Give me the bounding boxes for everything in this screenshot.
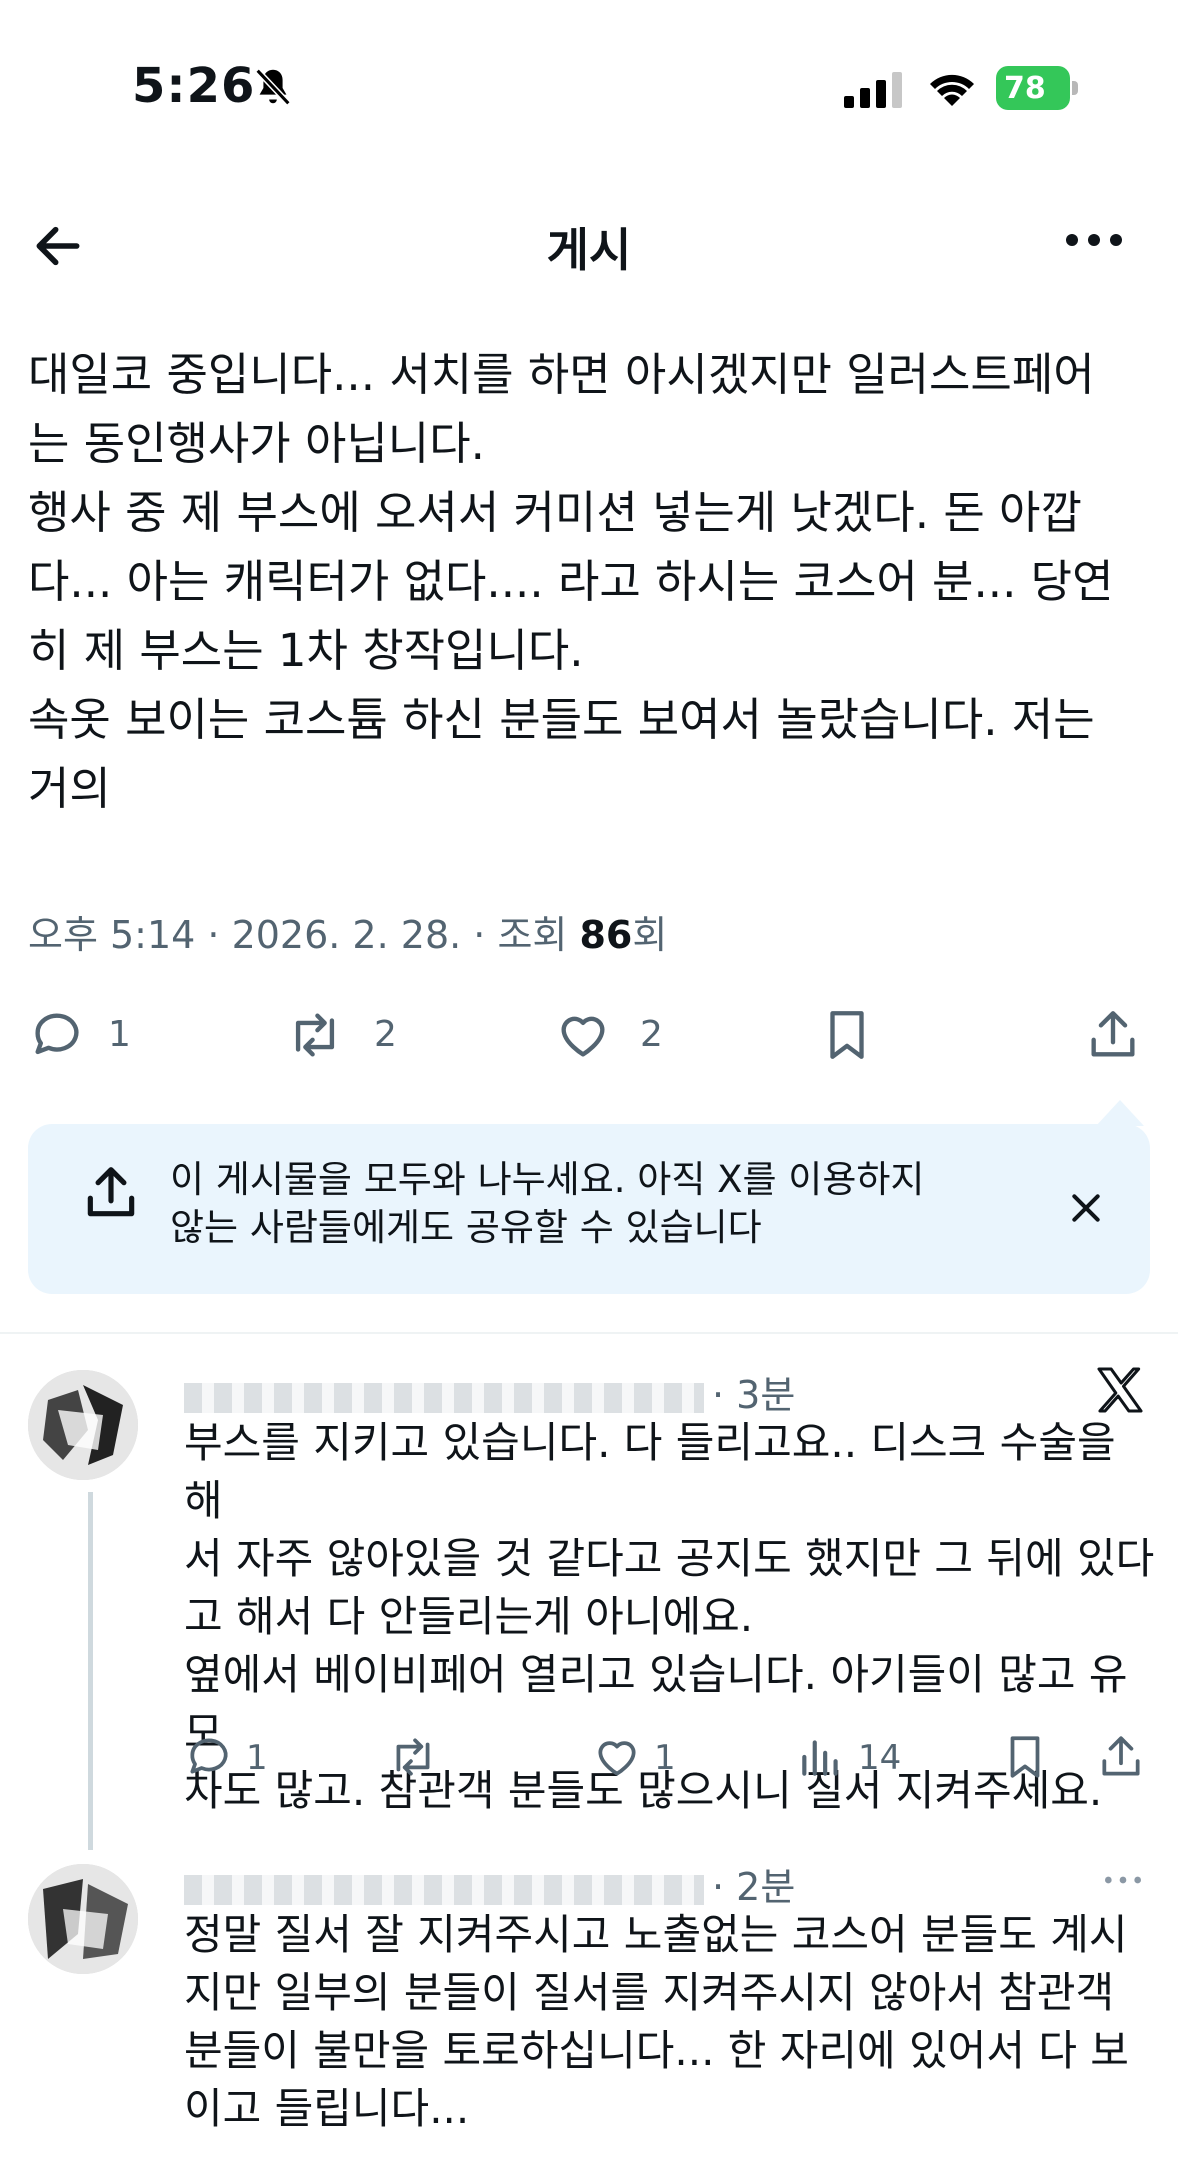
reply-count: 1	[108, 1014, 131, 1055]
views-icon[interactable]	[796, 1732, 846, 1782]
battery-level: 78	[1004, 71, 1046, 106]
reply-time: · 2분	[712, 1865, 796, 1909]
reply-icon[interactable]	[184, 1732, 234, 1782]
share-icon[interactable]	[1084, 1006, 1142, 1064]
x-logo-icon	[1097, 1367, 1143, 1413]
banner-pointer	[1096, 1100, 1144, 1126]
status-time: 5:26	[132, 58, 256, 114]
reply-header: · 3분	[184, 1364, 795, 1419]
reply-header: · 2분	[184, 1856, 795, 1911]
bookmark-icon[interactable]	[1000, 1732, 1050, 1782]
view-count: 86	[579, 913, 633, 957]
signal-icon	[844, 72, 902, 108]
bell-slash-icon	[255, 68, 291, 106]
page-title: 게시	[546, 223, 632, 277]
repost-count: 2	[374, 1014, 397, 1055]
thread-line	[88, 1492, 93, 1850]
like-icon[interactable]	[592, 1732, 642, 1782]
repost-icon[interactable]	[388, 1732, 438, 1782]
like-icon[interactable]	[554, 1006, 612, 1064]
post-timestamp: 오후 5:14 · 2026. 2. 28. · 조회	[28, 913, 580, 957]
wifi-icon	[930, 74, 974, 106]
more-icon[interactable]	[1098, 1872, 1148, 1888]
post-text: 대일코 중입니다... 서치를 하면 아시겠지만 일러스트페어 는 동인행사가 …	[28, 348, 1114, 815]
like-count: 2	[640, 1014, 663, 1055]
views-count: 14	[858, 1738, 902, 1778]
reply-count: 1	[246, 1738, 268, 1778]
view-suffix: 회	[632, 913, 668, 957]
share-banner-text: 이 게시물을 모두와 나누세요. 아직 X를 이용하지 않는 사람들에게도 공유…	[170, 1158, 925, 1249]
avatar[interactable]	[28, 1864, 138, 1974]
reply-text: 정말 질서 잘 지켜주시고 노출없는 코스어 분들도 계시 지만 일부의 분들이…	[184, 1910, 1129, 2133]
close-icon[interactable]	[1066, 1188, 1106, 1228]
reply-author-name[interactable]	[184, 1874, 704, 1905]
repost-icon[interactable]	[286, 1006, 344, 1064]
more-icon[interactable]	[1064, 228, 1124, 252]
avatar[interactable]	[28, 1370, 138, 1480]
reply-icon[interactable]	[28, 1006, 86, 1064]
reply-time: · 3분	[712, 1373, 796, 1417]
divider	[0, 1332, 1178, 1334]
post-meta: 오후 5:14 · 2026. 2. 28. · 조회 86회	[28, 904, 667, 959]
reply-author-name[interactable]	[184, 1382, 704, 1413]
share-icon	[87, 1167, 135, 1217]
battery-icon: 78	[996, 66, 1080, 110]
like-count: 1	[654, 1738, 676, 1778]
bookmark-icon[interactable]	[818, 1006, 876, 1064]
share-icon[interactable]	[1096, 1732, 1146, 1782]
